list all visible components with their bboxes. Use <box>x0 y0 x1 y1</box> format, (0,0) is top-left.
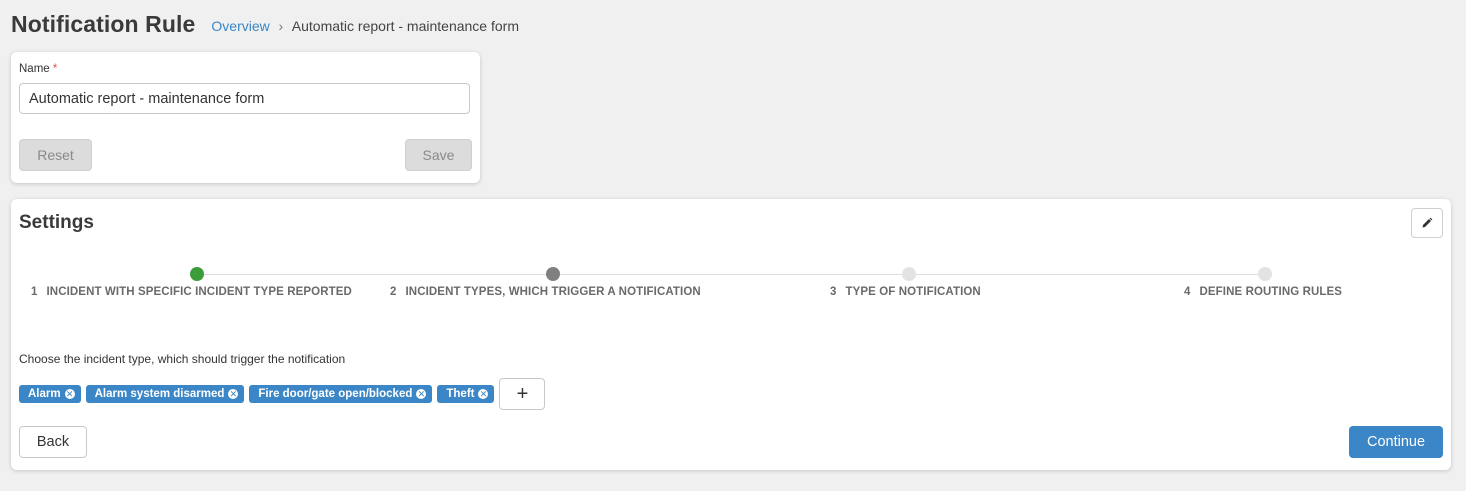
remove-tag-icon[interactable]: ✕ <box>228 389 239 399</box>
breadcrumb-overview-link[interactable]: Overview <box>211 18 269 34</box>
remove-tag-icon[interactable]: ✕ <box>64 389 75 399</box>
progress-stepper: 1 INCIDENT WITH SPECIFIC INCIDENT TYPE R… <box>11 263 1451 303</box>
tag-fire-door: Fire door/gate open/blocked ✕ <box>249 385 433 403</box>
remove-tag-icon[interactable]: ✕ <box>478 389 489 399</box>
tag-alarm: Alarm ✕ <box>19 385 81 403</box>
step-4-number: 4 <box>1184 286 1191 298</box>
add-incident-type-button[interactable]: + <box>499 378 546 410</box>
step-2-number: 2 <box>390 286 397 298</box>
step-2-dot <box>546 267 560 281</box>
step-1-text: INCIDENT WITH SPECIFIC INCIDENT TYPE REP… <box>46 286 352 298</box>
step-4-text: DEFINE ROUTING RULES <box>1199 286 1343 298</box>
step-3-number: 3 <box>830 286 837 298</box>
remove-tag-icon[interactable]: ✕ <box>416 389 427 399</box>
step-4-label[interactable]: 4 DEFINE ROUTING RULES <box>1184 286 1342 298</box>
tag-label: Alarm system disarmed <box>94 388 225 400</box>
settings-title: Settings <box>19 212 94 233</box>
step-1-dot <box>190 267 204 281</box>
step-3-label[interactable]: 3 TYPE OF NOTIFICATION <box>830 286 981 298</box>
tag-alarm-system-disarmed: Alarm system disarmed ✕ <box>85 385 245 403</box>
stepper-track <box>196 274 1265 275</box>
settings-card: Settings 1 INCIDENT WITH SPECIFIC INCIDE… <box>11 199 1451 470</box>
required-mark: * <box>52 63 58 75</box>
incident-type-tags: Alarm ✕ Alarm system disarmed ✕ Fire doo… <box>19 378 546 410</box>
breadcrumb-separator-icon: › <box>278 17 284 34</box>
tag-label: Theft <box>446 388 475 400</box>
name-input[interactable] <box>19 83 470 114</box>
breadcrumb: Overview › Automatic report - maintenanc… <box>211 15 519 34</box>
edit-button[interactable] <box>1411 208 1443 238</box>
instruction-text: Choose the incident type, which should t… <box>19 352 346 366</box>
step-3-dot <box>902 267 916 281</box>
tag-theft: Theft ✕ <box>437 385 495 403</box>
reset-button[interactable]: Reset <box>19 139 92 171</box>
step-2-label[interactable]: 2 INCIDENT TYPES, WHICH TRIGGER A NOTIFI… <box>390 286 701 298</box>
step-1-label[interactable]: 1 INCIDENT WITH SPECIFIC INCIDENT TYPE R… <box>31 286 352 298</box>
tag-label: Alarm <box>28 388 61 400</box>
step-3-text: TYPE OF NOTIFICATION <box>845 286 981 298</box>
save-button[interactable]: Save <box>405 139 472 171</box>
name-label-text: Name <box>19 63 50 75</box>
name-field-label: Name * <box>19 63 57 75</box>
step-2-text: INCIDENT TYPES, WHICH TRIGGER A NOTIFICA… <box>405 286 701 298</box>
step-4-dot <box>1258 267 1272 281</box>
pencil-icon <box>1422 217 1433 228</box>
name-card: Name * Reset Save <box>11 52 480 183</box>
back-button[interactable]: Back <box>19 426 87 458</box>
step-1-number: 1 <box>31 286 38 298</box>
breadcrumb-current: Automatic report - maintenance form <box>291 17 519 34</box>
tag-label: Fire door/gate open/blocked <box>258 388 413 400</box>
page-header: Notification Rule Overview › Automatic r… <box>11 8 519 40</box>
continue-button[interactable]: Continue <box>1349 426 1443 458</box>
page-title: Notification Rule <box>11 10 196 37</box>
